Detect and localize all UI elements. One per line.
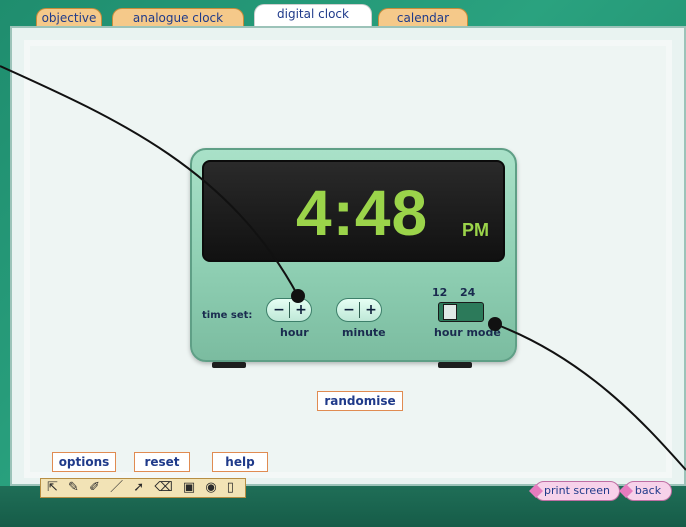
clock-screen: 4:48 PM [202,160,505,262]
page-icon[interactable]: ▯ [227,479,234,497]
tab-calendar[interactable]: calendar [378,8,468,26]
randomise-label: randomise [324,394,396,408]
back-button[interactable]: back [619,481,672,501]
minute-minus-button[interactable]: − [339,301,359,319]
pencil-icon[interactable]: ✎ [68,479,79,497]
tab-objective[interactable]: objective [36,8,102,26]
pointer-icon[interactable]: ⇱ [47,479,58,497]
randomise-button[interactable]: randomise [317,391,403,411]
arrow-icon[interactable]: ➚ [133,479,144,497]
toggle-knob[interactable] [443,304,457,320]
save-icon[interactable]: ▣ [183,479,195,497]
ampm-display: PM [462,220,489,240]
tab-label: calendar [396,11,450,25]
view-icon[interactable]: ◉ [205,479,216,497]
minute-label: minute [342,326,386,339]
help-label: help [225,455,255,469]
tab-digital-clock[interactable]: digital clock [254,4,372,26]
help-button[interactable]: help [212,452,268,472]
hour-minus-button[interactable]: − [269,301,289,319]
options-label: options [58,455,110,469]
hour-mode-12-label: 12 [432,286,448,299]
hour-label: hour [280,326,309,339]
hour-mode-label: hour mode [434,326,501,339]
tab-bar: objective analogue clock digital clock c… [26,0,686,26]
clock-foot-left [212,362,246,368]
minute-plus-button[interactable]: + [361,301,381,319]
marker-icon[interactable]: ✐ [89,479,100,497]
eraser-icon[interactable]: ⌫ [154,479,172,497]
back-label: back [634,484,662,497]
line-icon[interactable]: ／ [110,479,123,497]
clock-foot-right [438,362,472,368]
tab-label: objective [41,11,97,25]
tab-label: digital clock [277,7,349,21]
hour-mode-toggle[interactable] [438,302,484,322]
divider [359,302,360,318]
hour-plus-button[interactable]: + [291,301,311,319]
divider [289,302,290,318]
tab-analogue-clock[interactable]: analogue clock [112,8,244,26]
hour-stepper: − + [266,298,312,322]
options-button[interactable]: options [52,452,116,472]
time-display: 4:48 [296,177,429,249]
drawing-tools: ⇱ ✎ ✐ ／ ➚ ⌫ ▣ ◉ ▯ [40,478,246,498]
minute-stepper: − + [336,298,382,322]
digital-clock: 4:48 PM time set: − + hour − + minute 12… [190,148,517,362]
tab-label: analogue clock [132,11,224,25]
hour-mode-24-label: 24 [460,286,476,299]
reset-button[interactable]: reset [134,452,190,472]
print-screen-label: print screen [544,484,610,497]
time-set-label: time set: [202,310,253,321]
reset-label: reset [144,455,180,469]
print-screen-button[interactable]: print screen [529,481,620,501]
